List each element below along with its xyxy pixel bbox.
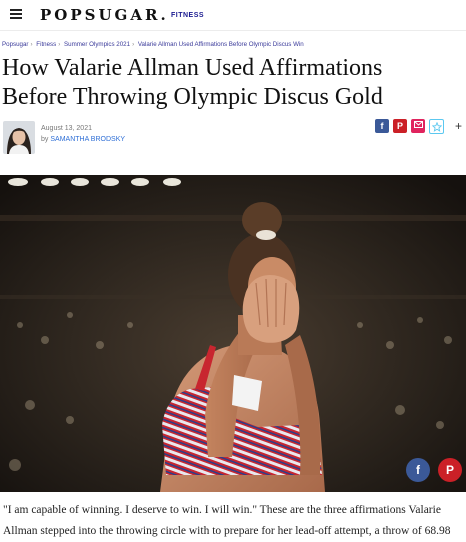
hero-photo	[0, 175, 466, 492]
menu-icon[interactable]	[10, 9, 22, 19]
article-body: "I am capable of winning. I deserve to w…	[3, 504, 451, 537]
plus-icon[interactable]: +	[455, 119, 462, 133]
facebook-share-button[interactable]: f	[375, 119, 389, 133]
pinterest-icon: P	[396, 121, 403, 131]
article-title: How Valarie Allman Used Affirmations Bef…	[2, 55, 383, 110]
save-button[interactable]	[429, 119, 444, 134]
author-link[interactable]: SAMANTHA BRODSKY	[50, 136, 125, 143]
site-header: POPSUGAR. FITNESS	[0, 0, 466, 31]
facebook-share-fab[interactable]: f	[406, 458, 430, 482]
breadcrumb: Popsugar › Fitness › Summer Olympics 2021 ›…	[2, 41, 304, 48]
byline-prefix: by	[41, 136, 49, 143]
article-date: August 13, 2021	[41, 125, 92, 132]
facebook-icon: f	[380, 121, 384, 131]
breadcrumb-item[interactable]: Popsugar	[2, 41, 29, 48]
breadcrumb-item[interactable]: Summer Olympics 2021	[64, 41, 130, 48]
star-icon	[431, 122, 442, 132]
author-avatar[interactable]	[3, 121, 35, 154]
email-icon	[413, 121, 423, 128]
site-logo[interactable]: POPSUGAR.	[40, 6, 169, 24]
breadcrumb-item[interactable]: Valarie Allman Used Affirmations Before …	[138, 41, 304, 48]
facebook-icon: f	[416, 463, 420, 477]
site-section-label[interactable]: FITNESS	[171, 12, 204, 19]
email-share-button[interactable]	[411, 119, 425, 133]
article-author: by SAMANTHA BRODSKY	[41, 136, 125, 143]
pinterest-icon: P	[445, 463, 454, 477]
breadcrumb-item[interactable]: Fitness	[36, 41, 56, 48]
hero-image: f P	[0, 175, 466, 492]
pinterest-share-button[interactable]: P	[393, 119, 407, 133]
pinterest-share-fab[interactable]: P	[438, 458, 462, 482]
